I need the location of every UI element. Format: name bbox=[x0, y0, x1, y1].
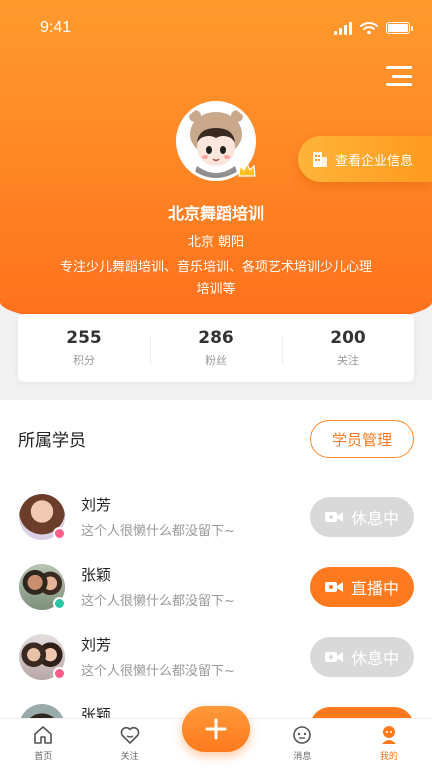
menu-button[interactable] bbox=[386, 66, 412, 86]
stat-value: 200 bbox=[330, 328, 366, 348]
plus-icon bbox=[205, 718, 227, 740]
video-camera-icon bbox=[324, 512, 343, 522]
section-title: 所属学员 bbox=[18, 431, 86, 451]
org-name: 北京舞蹈培训 bbox=[167, 204, 264, 223]
stat-points[interactable]: 255 积分 bbox=[18, 328, 150, 368]
list-item[interactable]: 刘芳 这个人很懒什么都没留下~ 休息中 bbox=[0, 630, 432, 686]
signal-icon bbox=[334, 21, 352, 35]
home-icon bbox=[34, 726, 53, 744]
video-camera-icon bbox=[324, 582, 343, 592]
building-icon bbox=[313, 152, 327, 167]
stat-value: 286 bbox=[198, 328, 234, 348]
message-icon bbox=[293, 726, 312, 744]
tab-messages[interactable]: 消息 bbox=[259, 719, 345, 768]
list-item[interactable]: 张颖 这个人很懒什么都没留下~ 直播中 bbox=[0, 560, 432, 616]
status-time: 9:41 bbox=[40, 19, 72, 36]
stat-value: 255 bbox=[66, 328, 102, 348]
gender-badge-icon bbox=[53, 667, 66, 680]
status-button[interactable]: 休息中 bbox=[310, 497, 414, 537]
gender-badge-icon bbox=[53, 527, 66, 540]
manage-students-button[interactable]: 学员管理 bbox=[310, 420, 414, 458]
org-description: 专注少儿舞蹈培训、音乐培训、各项艺术培训少儿心理培训等 bbox=[60, 260, 373, 297]
student-name: 张颖 bbox=[81, 706, 112, 718]
student-signature: 这个人很懒什么都没留下~ bbox=[81, 664, 235, 679]
status-button[interactable]: 休息中 bbox=[310, 637, 414, 677]
status-button[interactable]: 直播中 bbox=[310, 567, 414, 607]
stat-fans[interactable]: 286 粉丝 bbox=[150, 328, 282, 368]
students-section: 所属学员 学员管理 刘芳 这个人很懒什么都没留下~ 休息中 张颖 这个人很懒什么… bbox=[0, 400, 432, 718]
student-signature: 这个人很懒什么都没留下~ bbox=[81, 594, 235, 609]
stats-card: 255 积分 286 粉丝 200 关注 bbox=[18, 314, 414, 382]
profile-avatar[interactable] bbox=[176, 101, 256, 181]
tab-label: 关注 bbox=[120, 752, 139, 762]
status-bar: 9:41 bbox=[0, 0, 432, 56]
status-label: 休息中 bbox=[350, 509, 399, 528]
heart-icon bbox=[120, 726, 139, 744]
stat-following[interactable]: 200 关注 bbox=[282, 328, 414, 368]
tab-follow[interactable]: 关注 bbox=[86, 719, 172, 768]
student-name: 刘芳 bbox=[81, 636, 112, 654]
video-camera-icon bbox=[324, 652, 343, 662]
menu-icon bbox=[386, 66, 412, 69]
stat-label: 粉丝 bbox=[205, 354, 227, 367]
tab-mine[interactable]: 我的 bbox=[346, 719, 432, 768]
status-button[interactable] bbox=[310, 707, 414, 718]
view-company-button[interactable]: 查看企业信息 bbox=[298, 136, 432, 182]
tab-label: 我的 bbox=[379, 752, 398, 762]
stat-label: 积分 bbox=[73, 354, 95, 367]
status-label: 直播中 bbox=[350, 579, 399, 598]
avatar bbox=[19, 704, 65, 718]
stat-label: 关注 bbox=[337, 354, 359, 367]
crown-icon bbox=[238, 162, 256, 177]
user-icon bbox=[381, 726, 396, 744]
tab-label: 消息 bbox=[293, 752, 312, 762]
gender-badge-icon bbox=[53, 597, 66, 610]
status-label: 休息中 bbox=[350, 649, 399, 668]
create-button[interactable] bbox=[182, 706, 250, 752]
tab-label: 首页 bbox=[34, 752, 53, 762]
tab-home[interactable]: 首页 bbox=[0, 719, 86, 768]
view-company-label: 查看企业信息 bbox=[335, 153, 414, 169]
list-item[interactable]: 刘芳 这个人很懒什么都没留下~ 休息中 bbox=[0, 490, 432, 546]
battery-icon bbox=[386, 22, 413, 34]
wifi-icon bbox=[360, 22, 378, 35]
student-name: 张颖 bbox=[81, 566, 112, 584]
org-location: 北京 朝阳 bbox=[187, 235, 245, 250]
status-icons bbox=[334, 21, 413, 35]
student-name: 刘芳 bbox=[81, 496, 112, 514]
student-signature: 这个人很懒什么都没留下~ bbox=[81, 524, 235, 539]
